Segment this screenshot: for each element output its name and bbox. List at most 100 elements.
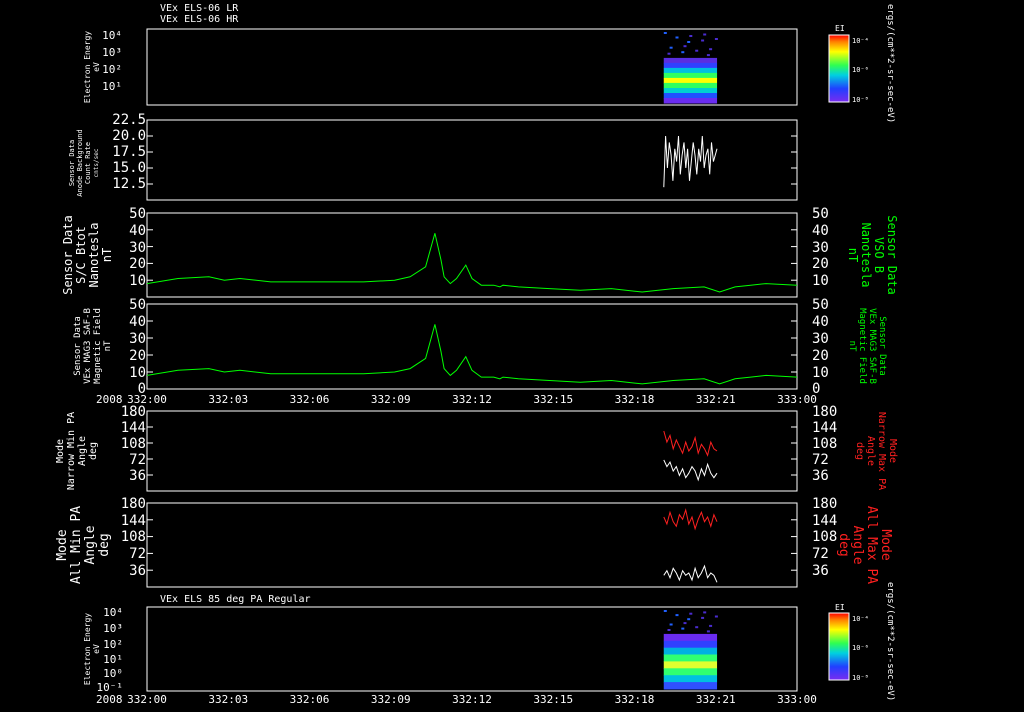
colorbar-tick: 10⁻⁴ (852, 615, 869, 623)
spectrogram-band (663, 633, 718, 642)
ytick: 12.5 (112, 176, 146, 192)
time-tick-label: 332:18 (615, 393, 655, 406)
all-min-pa-line (663, 564, 718, 583)
ytick: 180 (121, 404, 146, 420)
colorbar-units-group: ergs/(cm**2-sr-sec-eV) (885, 4, 895, 123)
right-label: All Max PA (864, 506, 879, 584)
panel-mag-saf-b: 50 40 30 20 10 0 50 40 30 20 10 0 Sensor… (73, 297, 887, 397)
spectrogram-band (663, 88, 718, 94)
spectrogram-band (663, 675, 718, 683)
colorbar-top: EI 10⁻⁴ 10⁻⁶ 10⁻⁸ ergs/(cm**2-sr-sec-eV) (828, 4, 895, 123)
right-label: VSO B (872, 237, 886, 273)
colorbar-tick: 10⁻⁶ (852, 644, 869, 652)
time-tick-label: 332:15 (533, 693, 573, 706)
spectrogram-band (663, 661, 718, 669)
spectrogram-speckle (681, 51, 685, 54)
right-label-group: Mode All Max PA Angle deg (836, 506, 893, 584)
spectrogram-band (663, 72, 718, 79)
spectrogram-speckle (695, 626, 699, 629)
colorbar-title: EI (835, 603, 845, 612)
ytick: 50 (129, 297, 146, 313)
spectrogram-band (663, 77, 718, 84)
right-label: Magnetic Field (857, 308, 867, 384)
tplot-figure: VEx ELS-06 LR VEx ELS-06 HR VEx ELS 85 d… (0, 0, 1024, 708)
ylabel-units: nT (103, 340, 113, 351)
saf-series-line (146, 324, 798, 385)
ylabel: Sensor Data (73, 316, 83, 376)
right-label-group: Sensor Data VSO B Nanotesla nT (846, 215, 899, 294)
time-tick-label: 332:06 (290, 393, 330, 406)
right-label-units: nT (846, 248, 860, 262)
spectrogram-band (663, 647, 718, 656)
ylabel: Mode (55, 529, 70, 560)
spectrogram-band (663, 57, 718, 64)
ytick: 10⁴ (103, 606, 123, 619)
spectrogram-speckle (667, 52, 671, 55)
spectrogram-speckle (695, 49, 699, 52)
right-label-group: Mode Narrow Max PA Angle deg (854, 412, 898, 490)
ytick: 10³ (102, 46, 122, 59)
ytick-marks (147, 303, 797, 390)
ytick: 36 (129, 468, 146, 484)
time-tick-label: 332:06 (290, 693, 330, 706)
header-line1: VEx ELS-06 LR (160, 3, 239, 14)
ylabel: Electron Energy (83, 613, 92, 685)
ytick-right: 10 (812, 273, 829, 289)
spectrogram-band (663, 82, 718, 89)
panel-bottom-spectrogram: 10⁴ 10³ 10² 10¹ 10⁰ 10⁻¹ Electron Energy… (83, 606, 798, 694)
ytick: 72 (129, 452, 146, 468)
ylabel-group: Electron Energy eV (83, 613, 101, 685)
ytick: 10² (103, 638, 123, 651)
colorbar-units: ergs/(cm**2-sr-sec-eV) (885, 582, 895, 701)
ytick: 144 (121, 420, 146, 436)
ytick-right: 10 (812, 365, 829, 381)
time-tick-label: 332:09 (371, 393, 411, 406)
right-label: Sensor Data (885, 215, 899, 294)
ytick: 180 (121, 496, 146, 512)
ytick: 10⁴ (102, 29, 122, 42)
spectrogram-bottom (663, 610, 718, 690)
panel-top-spectrogram: 10⁴ 10³ 10² 10¹ Electron Energy eV (83, 28, 798, 106)
right-label: Mode (887, 439, 898, 463)
ylabel: VEx MAG3 SAF-B (83, 308, 93, 384)
colorbar-units: ergs/(cm**2-sr-sec-eV) (885, 4, 895, 123)
panel-frame (146, 119, 798, 201)
colorbar-tick: 10⁻⁶ (852, 66, 869, 74)
ytick-marks (147, 212, 797, 298)
time-tick-label: 332:15 (533, 393, 573, 406)
btot-series-line (146, 233, 798, 293)
ytick-right: 180 (812, 496, 837, 512)
spectrogram-band (663, 62, 718, 69)
right-label: Sensor Data (877, 316, 887, 376)
panel-narrow-pa: 180 144 108 72 36 180 144 108 72 36 Mode… (55, 404, 898, 492)
spectrogram-speckle (663, 32, 667, 34)
ytick: 36 (129, 563, 146, 579)
ylabel: All Min PA (69, 506, 84, 584)
time-tick-label: 332:03 (208, 393, 248, 406)
ytick-right: 40 (812, 314, 829, 330)
ylabel-group: Sensor Data S/C Btot Nanotesla nT (61, 215, 114, 294)
ylabel: Magnetic Field (93, 308, 103, 384)
spectrogram-speckle (706, 54, 710, 57)
ytick-right: 20 (812, 256, 829, 272)
time-tick-label: 332:09 (371, 693, 411, 706)
ylabel-group: Sensor Data Anode Background Count Rate … (68, 129, 100, 196)
time-tick-label: 332:21 (696, 693, 736, 706)
ylabel-units: eV (92, 644, 101, 654)
narrow-min-pa-line (663, 459, 718, 482)
spectrogram-speckle (683, 45, 687, 48)
right-label: Angle (865, 436, 876, 466)
header-line2: VEx ELS-06 HR (160, 14, 239, 25)
right-label-group: Sensor Data VEx MAG3 SAF-B Magnetic Fiel… (847, 308, 887, 384)
ylabel-units: eV (92, 62, 101, 72)
ytick: 40 (129, 314, 146, 330)
panel-sc-bmag: 50 40 30 20 10 50 40 30 20 10 Sensor Dat… (61, 206, 899, 298)
time-tick-label: 332:12 (452, 693, 492, 706)
spectrogram-band (663, 93, 718, 99)
ylabel: Nanotesla (87, 222, 101, 287)
spectrogram-speckle (663, 610, 667, 612)
ytick: 10 (129, 365, 146, 381)
spectrogram-speckle (669, 623, 673, 626)
bottom-header: VEx ELS 85 deg PA Regular (160, 594, 311, 605)
colorbar-units-group: ergs/(cm**2-sr-sec-eV) (885, 582, 895, 701)
